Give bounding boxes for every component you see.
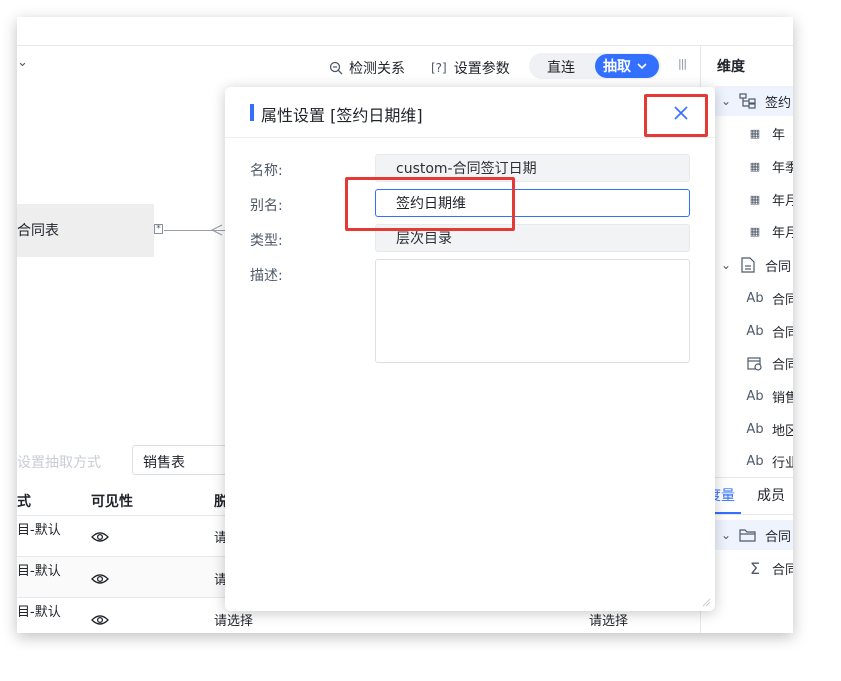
- tree-item-label: 签约: [765, 95, 792, 111]
- desc-label: 描述:: [250, 268, 283, 284]
- tree-field-item[interactable]: Ab 销售: [746, 382, 793, 410]
- text-icon: Ab: [746, 421, 764, 437]
- column-header-visibility: 可见性: [91, 494, 133, 510]
- detect-relation-button[interactable]: 检测关系: [329, 58, 405, 78]
- row-mode: 目-默认: [17, 605, 61, 620]
- type-label: 类型:: [250, 233, 283, 249]
- dialog-header-divider: [225, 137, 715, 138]
- tree-item-measure-group[interactable]: ⌄ 合同: [721, 521, 791, 549]
- tree-item-year[interactable]: ▦ 年: [746, 119, 785, 147]
- text-icon: Ab: [746, 453, 764, 469]
- text-icon: Ab: [746, 323, 764, 339]
- date-icon: ▦: [749, 159, 761, 173]
- chevron-down-icon: ⌄: [721, 258, 732, 272]
- alias-highlight-box: [345, 177, 515, 231]
- eye-icon[interactable]: [91, 573, 109, 585]
- tree-field-item[interactable]: Ab 合同: [746, 317, 793, 345]
- mode-toggle: 直连 抽取: [529, 53, 661, 79]
- tree-item-year-month-day[interactable]: ▦ 年月: [746, 217, 793, 245]
- text-icon: Ab: [746, 290, 764, 306]
- tab-members[interactable]: 成员: [757, 485, 785, 505]
- text-icon: Ab: [746, 388, 764, 404]
- alias-label: 别名:: [250, 198, 283, 214]
- arrow-left-icon: [210, 224, 223, 236]
- table-row: 目-默认 请: [17, 516, 227, 556]
- chevron-down-icon: [637, 63, 647, 70]
- more-icon[interactable]: |||: [678, 57, 687, 70]
- tree-item-contract-table[interactable]: ⌄ 合同: [721, 251, 791, 279]
- toolbar-divider: [17, 45, 793, 46]
- table-node-label: 合同表: [17, 223, 59, 239]
- hierarchy-icon: [739, 93, 756, 109]
- calendar-icon: [747, 357, 762, 371]
- mode-direct-option[interactable]: 直连: [547, 57, 575, 77]
- property-settings-dialog: 属性设置 [签约日期维] 名称: custom-合同签订日期 别名: 签约日期维…: [225, 87, 715, 611]
- date-icon: ▦: [749, 126, 761, 140]
- tree-field-item[interactable]: 合同: [746, 349, 793, 377]
- date-icon: ▦: [749, 224, 761, 238]
- row-mode: 目-默认: [17, 523, 61, 538]
- set-params-label: 设置参数: [453, 61, 510, 77]
- tree-item-label: 年季: [772, 160, 793, 176]
- table-node[interactable]: 合同表: [17, 204, 154, 257]
- date-icon: ▦: [749, 192, 761, 206]
- extract-hint: 设置抽取方式: [17, 455, 101, 471]
- zoom-search-icon: [329, 61, 343, 75]
- tree-measure-item[interactable]: Σ 合同: [746, 554, 793, 582]
- column-header-mode: 式: [17, 494, 31, 510]
- table-icon: [741, 257, 755, 273]
- chevron-down-icon: ⌄: [721, 94, 732, 108]
- dialog-title: 属性设置 [签约日期维]: [261, 106, 423, 125]
- description-textarea[interactable]: [375, 259, 690, 363]
- tree-item-label: 合同: [772, 325, 793, 341]
- table-row: 目-默认 请: [17, 557, 227, 597]
- tree-item-label: 年月: [772, 193, 793, 209]
- tree-item-year-month[interactable]: ▦ 年月: [746, 185, 793, 213]
- app-window: ⌄ 检测关系 [?] 设置参数 直连 抽取 ||| 合同表 * 设置抽取方式 销…: [17, 17, 793, 633]
- panel-title: 维度: [717, 59, 745, 75]
- set-params-button[interactable]: [?] 设置参数: [430, 58, 510, 78]
- row-select-secondary[interactable]: 请选择: [589, 610, 628, 629]
- tree-item-label: 合同: [765, 259, 792, 275]
- mode-extract-label: 抽取: [603, 59, 631, 75]
- tree-item-label: 合同: [772, 292, 793, 308]
- tree-item-year-quarter[interactable]: ▦ 年季: [746, 152, 793, 180]
- tree-item-label: 合同: [772, 357, 793, 373]
- eye-icon[interactable]: [91, 614, 109, 626]
- chevron-down-icon: ⌄: [721, 528, 732, 542]
- tree-item-label: 年月: [772, 225, 793, 241]
- row-mode: 目-默认: [17, 564, 61, 579]
- mode-extract-option[interactable]: 抽取: [595, 54, 659, 78]
- tree-item-label: 合同: [772, 562, 793, 578]
- resize-grip-icon[interactable]: [701, 597, 711, 607]
- tree-field-item[interactable]: Ab 地区: [746, 415, 793, 443]
- tree-field-item[interactable]: Ab 行业: [746, 447, 793, 475]
- relation-star-marker: *: [154, 224, 163, 234]
- sum-icon: Σ: [749, 558, 761, 578]
- tree-item-label: 地区: [772, 423, 793, 439]
- title-accent-bar: [250, 104, 254, 121]
- close-highlight-box: [644, 94, 708, 137]
- bracket-question-icon: [?]: [431, 61, 447, 75]
- tree-item-label: 年: [772, 127, 786, 143]
- folder-icon: [739, 529, 756, 542]
- tree-item-label: 行业: [772, 455, 793, 471]
- detect-relation-label: 检测关系: [349, 61, 405, 77]
- collapse-chevron-icon[interactable]: ⌄: [17, 55, 28, 70]
- table-select[interactable]: 销售表: [132, 445, 227, 475]
- tree-item-label: 销售: [772, 390, 793, 406]
- row-select[interactable]: 请选择: [214, 610, 253, 629]
- tree-item-sign-date[interactable]: ⌄ 签约: [721, 87, 791, 115]
- tree-item-label: 合同: [765, 529, 792, 545]
- tree-field-item[interactable]: Ab 合同: [746, 284, 793, 312]
- eye-icon[interactable]: [91, 531, 109, 543]
- name-label: 名称:: [250, 163, 283, 179]
